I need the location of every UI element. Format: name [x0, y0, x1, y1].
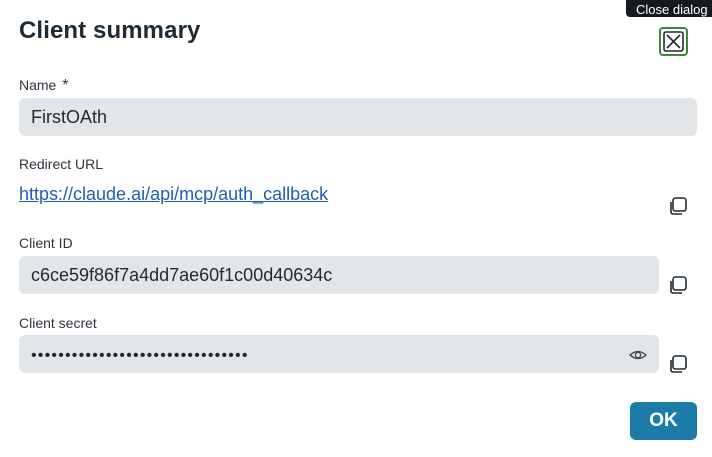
client-secret-field[interactable]: •••••••••••••••••••••••••••••••• — [19, 335, 659, 373]
copy-client-secret-button[interactable] — [667, 353, 689, 375]
redirect-url-label: Redirect URL — [19, 156, 104, 172]
copy-redirect-url-button[interactable] — [667, 195, 689, 217]
redirect-url-link[interactable]: https://claude.ai/api/mcp/auth_callback — [19, 184, 328, 205]
client-summary-dialog: Close dialog Client summary Name * First… — [0, 0, 712, 457]
client-id-label: Client ID — [19, 235, 73, 251]
client-secret-masked-value: •••••••••••••••••••••••••••••••• — [31, 347, 249, 364]
dialog-title: Client summary — [19, 17, 201, 44]
name-label: Name * — [19, 77, 69, 94]
copy-client-id-button[interactable] — [667, 274, 689, 296]
close-dialog-button[interactable] — [659, 27, 688, 56]
name-field[interactable]: FirstOAth — [19, 98, 697, 136]
close-x-icon — [663, 31, 684, 52]
ok-button[interactable]: OK — [630, 402, 697, 440]
eye-icon — [629, 350, 647, 360]
copy-icon — [670, 355, 687, 373]
client-id-field[interactable]: c6ce59f86f7a4dd7ae60f1c00d40634c — [19, 256, 659, 294]
toggle-secret-visibility-button[interactable] — [628, 346, 648, 364]
copy-icon — [670, 197, 687, 215]
copy-icon — [670, 276, 687, 294]
close-dialog-tooltip: Close dialog — [626, 0, 712, 17]
required-mark: * — [62, 77, 69, 94]
client-secret-label: Client secret — [19, 315, 97, 331]
